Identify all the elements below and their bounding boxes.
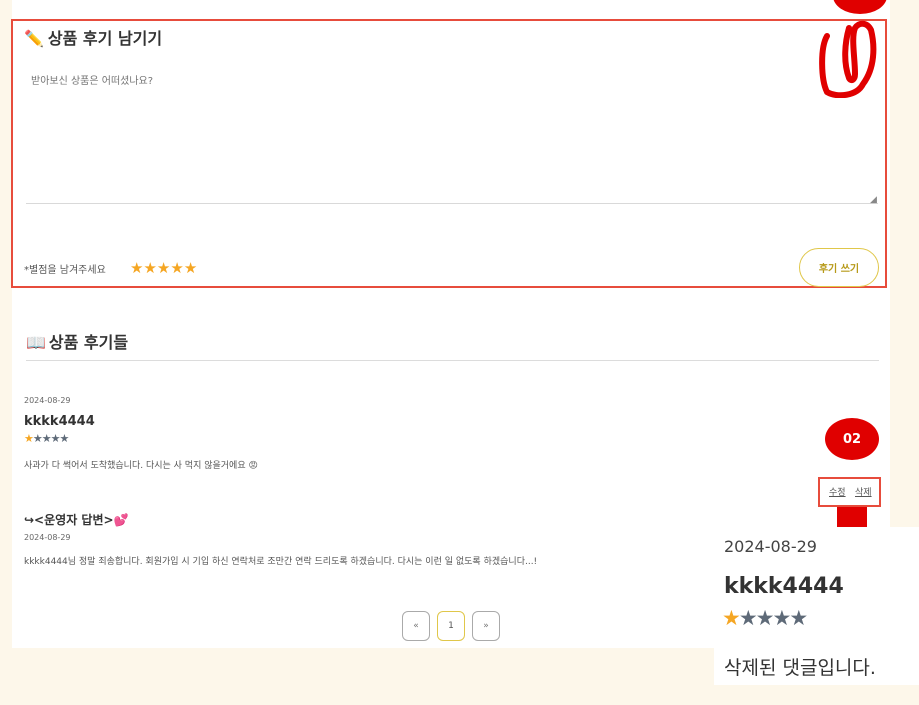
review-content: 사과가 다 썩어서 도착했습니다. 다시는 사 먹지 않을거에요 😡 <box>24 461 258 471</box>
admin-reply-date: 2024-08-29 <box>24 533 71 542</box>
edit-review-link[interactable]: 수정 <box>829 485 846 498</box>
star-icon: ★ <box>32 432 43 445</box>
rating-label: *별점을 남겨주세요 <box>24 265 106 276</box>
divider <box>26 360 879 361</box>
star-icon: ★ <box>41 432 52 445</box>
zoomed-review-username: kkkk4444 <box>724 574 844 599</box>
star-icon[interactable]: ★ <box>157 259 170 277</box>
star-icon: ★ <box>50 432 61 445</box>
star-icon[interactable]: ★ <box>143 259 156 277</box>
star-icon: ★ <box>722 606 741 630</box>
pagination-next-button[interactable]: » <box>472 611 500 641</box>
rating-stars-input[interactable]: ★★★★★ <box>130 259 197 277</box>
pagination-page-1[interactable]: 1 <box>437 611 465 641</box>
star-icon[interactable]: ★ <box>130 259 143 277</box>
resize-grip-icon[interactable]: ◢ <box>870 195 877 205</box>
admin-reply-title: ↪<운영자 답변>💕 <box>24 513 129 527</box>
star-icon: ★ <box>24 432 34 445</box>
review-textarea[interactable] <box>26 62 878 204</box>
review-rating-stars: ★★★★★ <box>24 432 70 445</box>
star-icon[interactable]: ★ <box>184 259 197 277</box>
review-username: kkkk4444 <box>24 414 95 429</box>
annotation-marker-1 <box>819 20 877 98</box>
star-icon: ★ <box>772 606 791 630</box>
star-icon: ★ <box>755 606 775 630</box>
zoomed-review-content: 삭제된 댓글입니다. <box>724 657 876 679</box>
book-icon: 📖 <box>26 333 46 352</box>
pagination-prev-button[interactable]: « <box>402 611 430 641</box>
star-icon[interactable]: ★ <box>170 259 183 277</box>
heart-icon: 💕 <box>113 513 129 527</box>
delete-review-link[interactable]: 삭제 <box>855 485 872 498</box>
zoomed-review-date: 2024-08-29 <box>724 537 817 556</box>
zoomed-review-rating-stars: ★★★★★ <box>722 606 808 630</box>
review-date: 2024-08-29 <box>24 396 71 405</box>
reviews-title: 📖 상품 후기들 <box>26 333 129 352</box>
admin-reply-content: kkkk4444님 정말 죄송합니다. 회원가입 시 기입 하신 연락처로 조만… <box>24 557 538 567</box>
star-icon: ★ <box>59 432 70 445</box>
submit-review-button[interactable]: 후기 쓰기 <box>799 248 879 287</box>
annotation-marker-2: 02 <box>825 418 879 460</box>
star-icon: ★ <box>738 606 758 630</box>
write-review-title: ✏️ 상품 후기 남기기 <box>24 29 163 48</box>
star-icon: ★ <box>789 606 808 630</box>
pencil-icon: ✏️ <box>24 29 44 48</box>
